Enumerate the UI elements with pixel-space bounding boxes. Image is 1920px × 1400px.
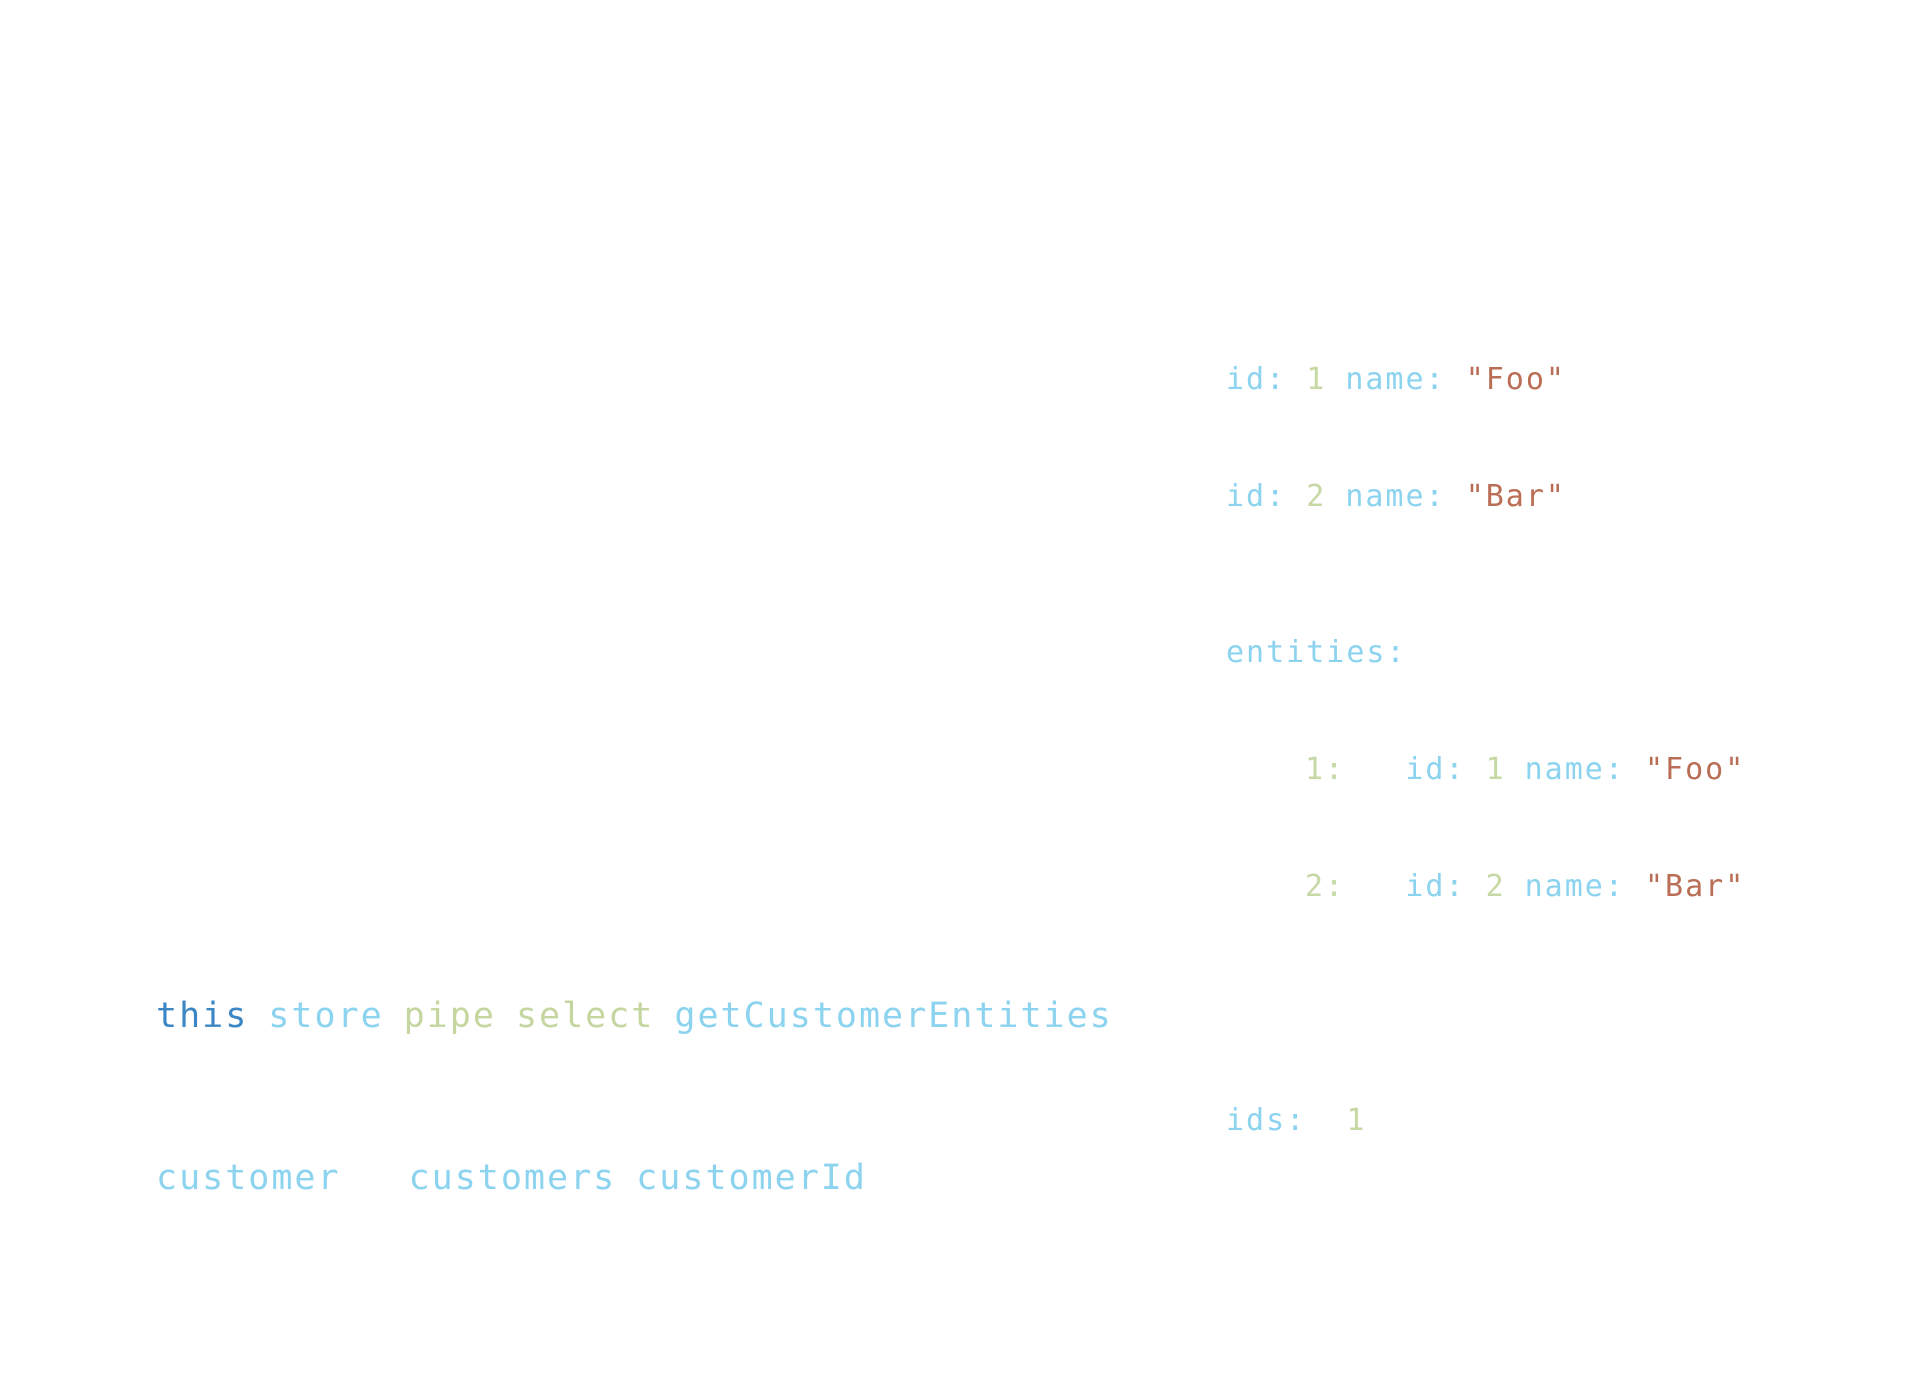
name-value: "Foo" <box>1645 752 1746 787</box>
entities-key: entities: <box>1226 635 1407 670</box>
selector-code-snippet: this store pipe select getCustomerEntities c… <box>156 881 1113 1259</box>
code-token-customerid: customerId <box>636 1158 867 1198</box>
entity-state-snippet: entities: 1: id: 1 name: "Foo" 2: id: 2 na… <box>1226 555 1745 1179</box>
id-value: 2 <box>1306 479 1327 514</box>
code-token-select: select <box>515 996 655 1036</box>
entity-row: 1: id: 1 name: "Foo" <box>1226 750 1745 789</box>
customer-array-snippet: id: 1 name: "Foo" id: 2 name: "Bar" <box>1226 282 1566 555</box>
code-line-2: customer customers customerId <box>156 1151 1113 1205</box>
id-value: 1 <box>1306 362 1327 397</box>
code-token-store: store <box>268 996 384 1036</box>
id-key: id: <box>1405 869 1466 904</box>
code-token-pipe: pipe <box>403 996 496 1036</box>
name-key: name: <box>1345 479 1446 514</box>
id-key: id: <box>1226 362 1287 397</box>
array-row: id: 2 name: "Bar" <box>1226 477 1566 516</box>
array-row: id: 1 name: "Foo" <box>1226 360 1566 399</box>
name-key: name: <box>1524 752 1625 787</box>
id-value: 2 <box>1485 869 1506 904</box>
code-token-getcustomerentities: getCustomerEntities <box>674 996 1113 1036</box>
id-key: id: <box>1226 479 1287 514</box>
code-token-customers: customers <box>408 1158 617 1198</box>
name-value: "Foo" <box>1465 362 1566 397</box>
entity-key: 2: <box>1305 869 1346 904</box>
code-line-1: this store pipe select getCustomerEntities <box>156 989 1113 1043</box>
code-token-this: this <box>156 996 249 1036</box>
name-value: "Bar" <box>1645 869 1746 904</box>
ids-key: ids: <box>1226 1103 1307 1138</box>
code-token-customer: customer <box>156 1158 341 1198</box>
name-key: name: <box>1524 869 1625 904</box>
ids-row: ids: 1 <box>1226 1101 1745 1140</box>
id-value: 1 <box>1485 752 1506 787</box>
entity-key: 1: <box>1305 752 1346 787</box>
name-value: "Bar" <box>1465 479 1566 514</box>
ids-value: 1 <box>1346 1103 1367 1138</box>
id-key: id: <box>1405 752 1466 787</box>
entity-row: 2: id: 2 name: "Bar" <box>1226 867 1745 906</box>
name-key: name: <box>1345 362 1446 397</box>
